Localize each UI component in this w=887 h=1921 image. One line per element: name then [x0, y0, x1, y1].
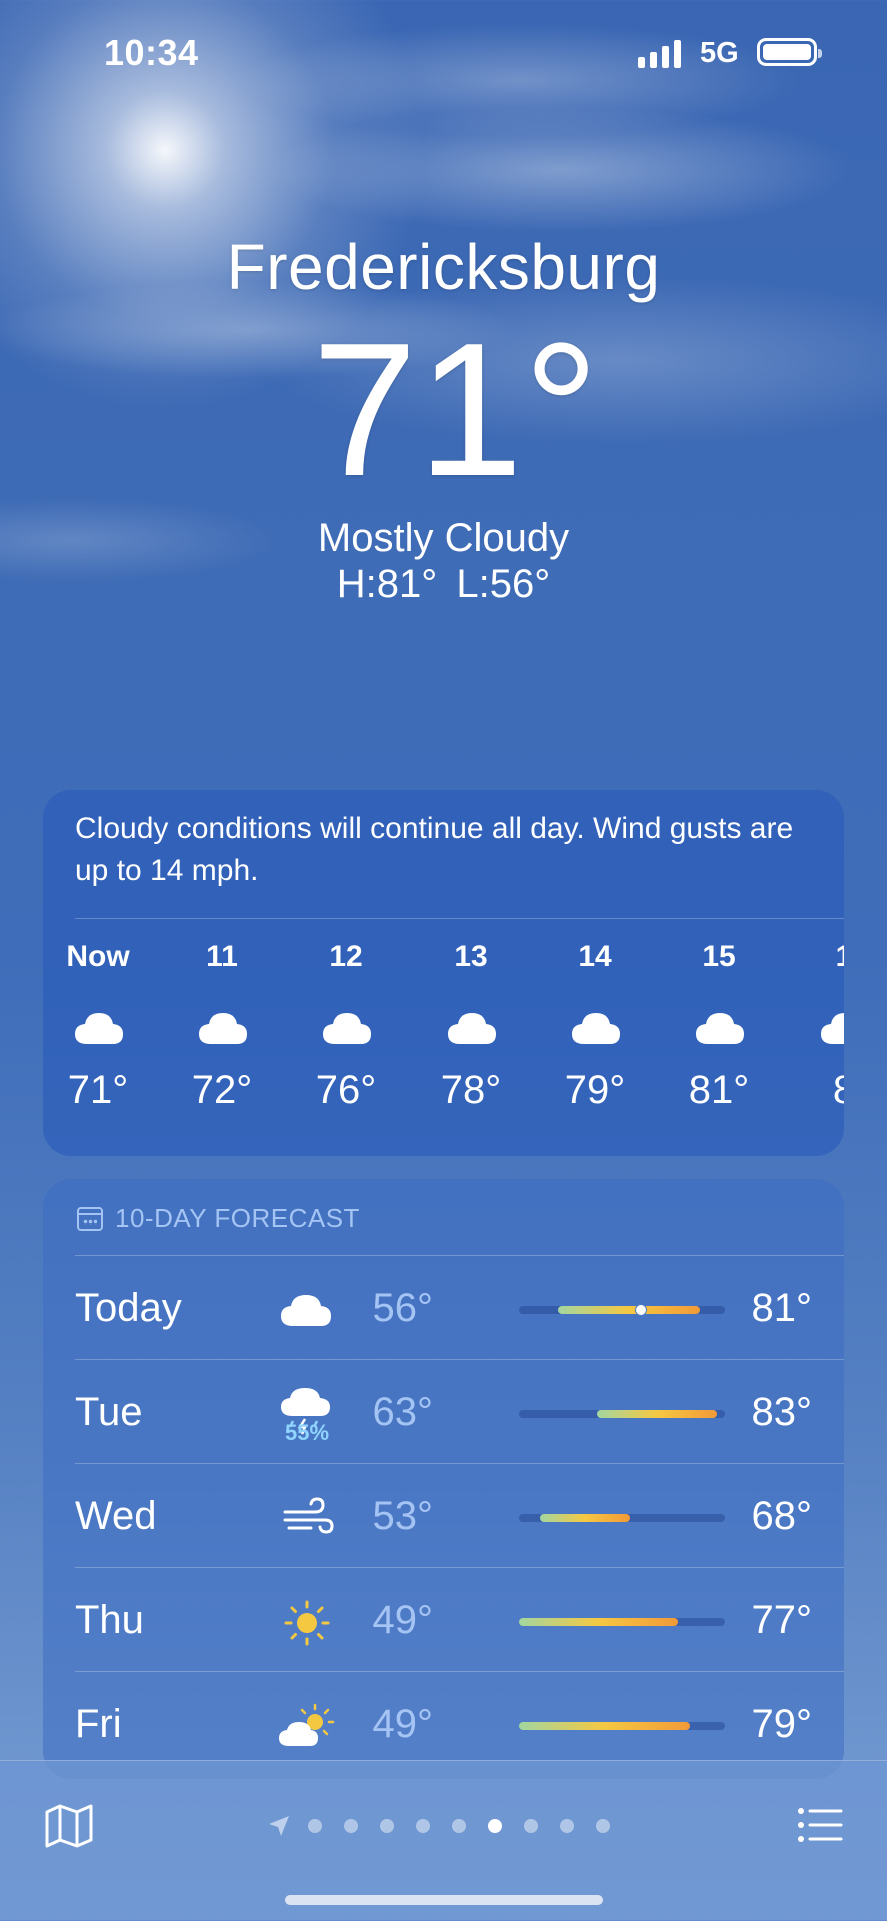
forecast-row-tue[interactable]: Tue 55% 63° 83° [75, 1360, 812, 1464]
hour-temp: 81° [688, 1068, 750, 1112]
temp-range-fill [519, 1618, 678, 1626]
hour-item: 15 81° [664, 940, 774, 1112]
cloud-icon [323, 1013, 371, 1044]
hour-item: 12 76° [291, 940, 401, 1112]
sun-icon [284, 1600, 330, 1646]
hour-label: 13 [454, 940, 488, 973]
forecast-row-wed[interactable]: Wed 53° 68° [75, 1464, 812, 1568]
list-icon[interactable] [797, 1805, 843, 1845]
page-dot[interactable] [524, 1819, 538, 1833]
forecast-high: 77° [751, 1598, 813, 1642]
forecast-high: 79° [751, 1702, 813, 1746]
page-dot[interactable] [560, 1819, 574, 1833]
divider [75, 918, 844, 919]
page-dot[interactable] [344, 1819, 358, 1833]
forecast-day: Tue [75, 1390, 143, 1434]
location-arrow-icon [269, 1816, 289, 1836]
cloud-icon [75, 1013, 123, 1044]
cloud-icon [281, 1295, 331, 1326]
page-dot[interactable] [380, 1819, 394, 1833]
current-condition: Mostly Cloudy [317, 516, 570, 560]
hour-temp: 71° [67, 1068, 129, 1112]
forecast-day: Wed [75, 1494, 157, 1538]
current-temperature: 71° [311, 304, 600, 516]
hour-item: Now 71° [43, 940, 153, 1112]
page-indicator[interactable] [268, 1815, 632, 1837]
forecast-low: 49° [372, 1702, 434, 1746]
forecast-day: Today [75, 1286, 182, 1330]
hour-temp: 72° [191, 1068, 253, 1112]
page-dot[interactable] [452, 1819, 466, 1833]
temp-range-fill [519, 1722, 690, 1730]
forecast-day: Thu [75, 1598, 144, 1642]
high-low: H:81° L:56° [336, 562, 551, 606]
forecast-low: 56° [372, 1286, 434, 1330]
battery-icon [757, 38, 822, 66]
hour-temp: 78° [440, 1068, 502, 1112]
forecast-high: 68° [751, 1494, 813, 1538]
forecast-summary: Cloudy conditions will continue all day.… [75, 812, 794, 887]
page-dot[interactable] [308, 1819, 322, 1833]
page-dot[interactable] [596, 1819, 610, 1833]
cloud-icon [821, 1013, 844, 1044]
ten-day-forecast-card[interactable]: 10-DAY FORECAST Today 56° 81° Tue 55% 63… [43, 1179, 844, 1779]
forecast-low: 53° [372, 1494, 434, 1538]
cloud-icon [572, 1013, 620, 1044]
hour-label: 1 [789, 940, 844, 974]
hour-temp: 76° [315, 1068, 377, 1112]
hour-temp: 8 [789, 1068, 844, 1113]
hour-temp: 79° [564, 1068, 626, 1112]
forecast-day: Fri [75, 1702, 122, 1746]
home-indicator [285, 1895, 603, 1905]
hourly-forecast-card[interactable]: Cloudy conditions will continue all day.… [43, 790, 844, 1156]
hour-label: 14 [578, 940, 612, 973]
forecast-row-today[interactable]: Today 56° 81° [75, 1256, 812, 1360]
forecast-high: 81° [751, 1286, 813, 1330]
hour-label: 12 [329, 940, 363, 973]
forecast-low: 63° [372, 1390, 434, 1434]
signal-icon [638, 38, 681, 68]
status-bar: 10:34 5G [0, 0, 887, 100]
hour-item: 13 78° [416, 940, 526, 1112]
precip-chance: 55% [284, 1420, 330, 1445]
forecast-title: 10-DAY FORECAST [115, 1203, 360, 1233]
hour-item: 14 79° [540, 940, 650, 1112]
status-time: 10:34 [104, 32, 199, 73]
hour-label: 15 [702, 940, 736, 973]
temp-range-fill [558, 1306, 701, 1314]
hour-item: 11 72° [167, 940, 277, 1112]
map-icon[interactable] [44, 1803, 94, 1849]
temp-range-fill [539, 1514, 631, 1522]
network-label: 5G [700, 37, 739, 69]
forecast-high: 83° [751, 1390, 813, 1434]
forecast-row-thu[interactable]: Thu 49° 77° [75, 1568, 812, 1672]
hour-item: 1 8 [789, 940, 844, 1112]
page-dot-active[interactable] [488, 1819, 502, 1833]
city-name: Fredericksburg [226, 231, 661, 303]
calendar-icon [77, 1206, 103, 1231]
current-temp-marker [634, 1304, 647, 1316]
forecast-low: 49° [372, 1598, 434, 1642]
cloud-icon [696, 1013, 744, 1044]
partly-sunny-icon [279, 1703, 335, 1746]
hour-label: 11 [206, 940, 238, 973]
page-dot[interactable] [416, 1819, 430, 1833]
forecast-header: 10-DAY FORECAST [77, 1203, 360, 1234]
wind-icon [283, 1497, 334, 1534]
cloud-icon [199, 1013, 247, 1044]
cloud-icon [448, 1013, 496, 1044]
hour-label: Now [66, 940, 130, 973]
